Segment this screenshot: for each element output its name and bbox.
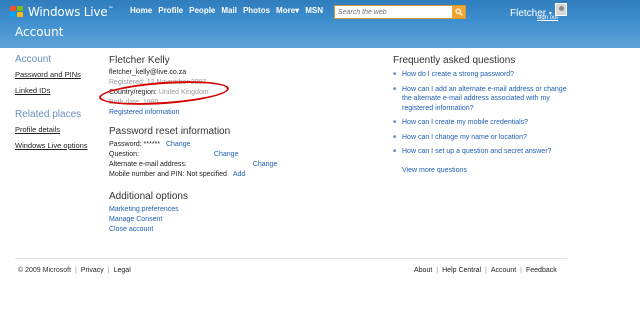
sidebar-item-profile-details[interactable]: Profile details xyxy=(15,125,105,134)
help-central-link[interactable]: Help Central xyxy=(442,267,481,274)
copyright-text: © 2009 Microsoft xyxy=(18,267,72,274)
faq-item: How can I create my mobile credentials? xyxy=(393,118,573,128)
about-link[interactable]: About xyxy=(414,267,432,274)
faq-item: How do I create a strong password? xyxy=(393,70,573,80)
faq-panel: Frequently asked questions How do I crea… xyxy=(393,55,573,174)
avatar[interactable] xyxy=(555,3,567,16)
change-alternate-email-link[interactable]: Change xyxy=(253,161,278,168)
footer-separator: | xyxy=(436,267,439,274)
search-box xyxy=(334,5,466,19)
feedback-link[interactable]: Feedback xyxy=(526,267,557,274)
profile-name: Fletcher Kelly xyxy=(109,55,170,66)
footer-right: About | Help Central | Account | Feedbac… xyxy=(414,267,557,274)
nav-photos[interactable]: Photos xyxy=(243,6,270,15)
faq-link-secret-question[interactable]: How can I set up a question and secret a… xyxy=(402,148,551,155)
chevron-down-icon: ▾ xyxy=(295,6,300,15)
nav-more[interactable]: More▾ xyxy=(276,6,299,15)
profile-email: fletcher_kelly@live.co.za xyxy=(109,69,187,76)
nav-home[interactable]: Home xyxy=(130,6,152,15)
privacy-link[interactable]: Privacy xyxy=(81,267,104,274)
close-account-link[interactable]: Close account xyxy=(109,225,314,235)
windows-live-logo[interactable]: Windows Live™ xyxy=(10,5,114,19)
brand-name: Windows Live™ xyxy=(28,5,114,19)
user-menu[interactable]: Fletcher ▾ sign out xyxy=(510,3,558,21)
nav-profile[interactable]: Profile xyxy=(158,6,183,15)
nav-people[interactable]: People xyxy=(189,6,215,15)
nav-msn[interactable]: MSN xyxy=(305,6,323,15)
windows-flag-icon xyxy=(10,6,24,18)
mobile-row: Mobile number and PIN: Not specified Add xyxy=(109,171,246,178)
faq-link-strong-password[interactable]: How do I create a strong password? xyxy=(402,71,514,78)
registered-information-link[interactable]: Registered information xyxy=(109,108,314,118)
additional-options-title: Additional options xyxy=(109,191,188,202)
legal-link[interactable]: Legal xyxy=(114,267,131,274)
account-link[interactable]: Account xyxy=(491,267,516,274)
sidebar-heading-related: Related places xyxy=(15,109,82,120)
sidebar-item-linked-ids[interactable]: Linked IDs xyxy=(15,86,105,95)
nav-mail[interactable]: Mail xyxy=(221,6,237,15)
faq-link-name-location[interactable]: How can I change my name or location? xyxy=(402,134,527,141)
alternate-email-row: Alternate e-mail address: Change xyxy=(109,161,278,168)
search-input[interactable] xyxy=(335,6,452,18)
password-reset-title: Password reset information xyxy=(109,126,231,137)
header-bar: Windows Live™ Home Profile People Mail P… xyxy=(0,0,640,48)
faq-item: How can I change my name or location? xyxy=(393,133,573,143)
top-navigation: Home Profile People Mail Photos More▾ MS… xyxy=(130,6,323,15)
change-password-link[interactable]: Change xyxy=(166,141,191,148)
sidebar-item-windows-live-options[interactable]: Windows Live options xyxy=(15,141,105,150)
faq-item: How can I add an alternate e-mail addres… xyxy=(393,85,573,114)
add-mobile-link[interactable]: Add xyxy=(233,171,245,178)
faq-list: How do I create a strong password? How c… xyxy=(393,70,573,157)
marketing-preferences-link[interactable]: Marketing preferences xyxy=(109,205,314,215)
faq-link-mobile-credentials[interactable]: How can I create my mobile credentials? xyxy=(402,119,528,126)
page-title: Account xyxy=(15,25,64,39)
sidebar: Account Password and PINs Linked IDs Rel… xyxy=(15,54,105,157)
sidebar-item-password-pins[interactable]: Password and PINs xyxy=(15,70,105,79)
manage-consent-link[interactable]: Manage Consent xyxy=(109,215,314,225)
footer-left: © 2009 Microsoft | Privacy | Legal xyxy=(18,267,131,274)
faq-link-alternate-email[interactable]: How can I add an alternate e-mail addres… xyxy=(402,86,567,112)
footer-separator: | xyxy=(75,267,77,274)
sidebar-heading-account: Account xyxy=(15,54,52,65)
password-row: Password: ****** Change xyxy=(109,141,191,148)
footer-separator: | xyxy=(520,267,522,274)
faq-title: Frequently asked questions xyxy=(393,55,516,66)
search-button[interactable] xyxy=(452,6,465,18)
view-more-questions-link[interactable]: View more questions xyxy=(393,167,573,174)
footer-divider xyxy=(15,258,567,259)
question-row: Question: Change xyxy=(109,151,239,158)
change-question-link[interactable]: Change xyxy=(214,151,239,158)
faq-item: How can I set up a question and secret a… xyxy=(393,147,573,157)
search-icon xyxy=(454,8,463,16)
footer-separator: | xyxy=(485,267,487,274)
footer-separator: | xyxy=(107,267,110,274)
